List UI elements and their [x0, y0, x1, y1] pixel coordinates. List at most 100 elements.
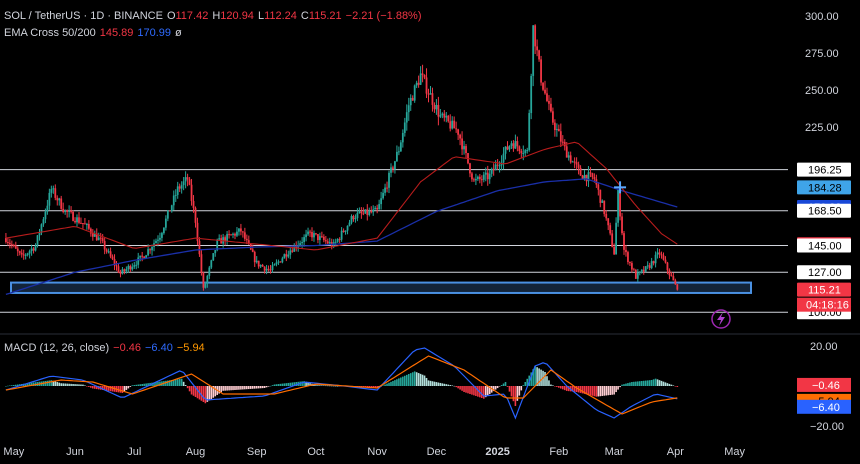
ema-hidden-icon[interactable]: ø [175, 27, 182, 39]
candle [567, 155, 570, 158]
macd-histogram-bar [554, 386, 556, 387]
macd-histogram-bar [5, 386, 7, 387]
candle [30, 248, 33, 252]
candle [10, 244, 13, 246]
candle [162, 227, 165, 234]
candle [273, 264, 276, 266]
macd-histogram-bar [135, 384, 138, 386]
candle [328, 242, 331, 244]
candle [107, 251, 110, 253]
candle [652, 261, 655, 264]
macd-histogram-bar [471, 386, 473, 395]
macd-histogram-bar [449, 385, 452, 386]
macd-histogram-bar [435, 382, 438, 386]
macd-histogram-bar [72, 384, 74, 386]
candle [271, 265, 274, 270]
macd-histogram-bar [625, 383, 627, 386]
macd-histogram-bar [609, 386, 611, 396]
candle [538, 50, 540, 60]
candle [482, 174, 485, 180]
symbol-title[interactable]: SOL / TetherUS · 1D · BINANCE [4, 10, 163, 22]
candle [166, 210, 169, 219]
candle [6, 242, 9, 244]
macd-histogram-bar [125, 386, 128, 390]
candle [589, 172, 592, 174]
candle [186, 177, 189, 180]
macd-histogram-bar [145, 383, 147, 386]
candle [275, 262, 278, 265]
macd-histogram-bar [214, 386, 217, 397]
macd-histogram-bar [558, 386, 560, 388]
macd-histogram-bar [627, 383, 629, 386]
candle [48, 192, 51, 206]
candle [129, 266, 132, 270]
candle [263, 266, 266, 271]
candle [180, 185, 183, 189]
candle [174, 194, 177, 196]
candle [265, 268, 268, 271]
candle [656, 252, 659, 255]
price-axis-label: 250.00 [805, 85, 839, 97]
candle [127, 266, 130, 270]
time-axis-label: Dec [427, 446, 447, 458]
candle [111, 256, 114, 260]
price-axis-label: 300.00 [805, 11, 839, 23]
macd-histogram-bar [56, 382, 59, 386]
candle [664, 259, 667, 263]
candle [623, 233, 625, 250]
candle [56, 197, 59, 201]
macd-histogram-bar [392, 381, 394, 386]
macd-histogram-bar [544, 372, 546, 386]
candle [34, 245, 37, 251]
candle [427, 93, 430, 95]
macd-histogram-bar [84, 385, 86, 386]
candle [374, 207, 377, 210]
macd-histogram-bar [174, 379, 177, 386]
candle [384, 187, 386, 193]
macd-histogram-bar [481, 386, 483, 398]
ema-indicator-header[interactable]: EMA Cross 50/200 145.89 170.99 ø [4, 26, 186, 40]
candle [593, 177, 596, 180]
time-axis-label: Apr [667, 446, 684, 458]
price-chart[interactable]: 300.00 275.00 250.00 225.00 196.25 168.50 145.… [0, 0, 860, 464]
candle [666, 262, 669, 271]
candle [251, 249, 254, 252]
support-zone-box[interactable] [10, 281, 752, 294]
macd-histogram-bar [467, 386, 469, 394]
macd-histogram-bar [204, 386, 207, 404]
candle [336, 239, 339, 242]
macd-histogram-bar [676, 386, 679, 387]
ema200-value: 170.99 [137, 27, 172, 39]
price-badge-label: 145.00 [808, 241, 842, 253]
candle [202, 272, 205, 288]
candle [230, 234, 232, 236]
macd-header[interactable]: MACD (12, 26, close) −0.46 −6.40 −5.94 [4, 341, 209, 355]
candle [478, 176, 481, 180]
candle [546, 93, 548, 102]
candle [214, 250, 217, 254]
candle [473, 179, 475, 181]
macd-histogram-bar [78, 384, 80, 386]
macd-histogram-bar [249, 386, 252, 389]
macd-histogram-bar [246, 386, 248, 390]
macd-histogram-bar [121, 386, 124, 393]
macd-histogram-bar [441, 383, 444, 386]
candle [42, 219, 45, 225]
candle [575, 162, 578, 165]
candle [14, 245, 17, 249]
candle [190, 184, 193, 202]
candle [176, 186, 179, 195]
candle [26, 253, 29, 255]
macd-histogram-bar [617, 386, 619, 390]
time-axis-label: May [724, 446, 745, 458]
ema-label: EMA Cross 50/200 [4, 27, 96, 39]
candle [401, 132, 404, 143]
macd-histogram-bar [419, 373, 422, 386]
candle [615, 222, 618, 255]
candle [431, 93, 434, 105]
candle [60, 198, 63, 209]
candle [654, 254, 657, 264]
candle [192, 201, 195, 208]
macd-histogram-bar [196, 386, 199, 399]
ema50-value: 145.89 [99, 27, 134, 39]
